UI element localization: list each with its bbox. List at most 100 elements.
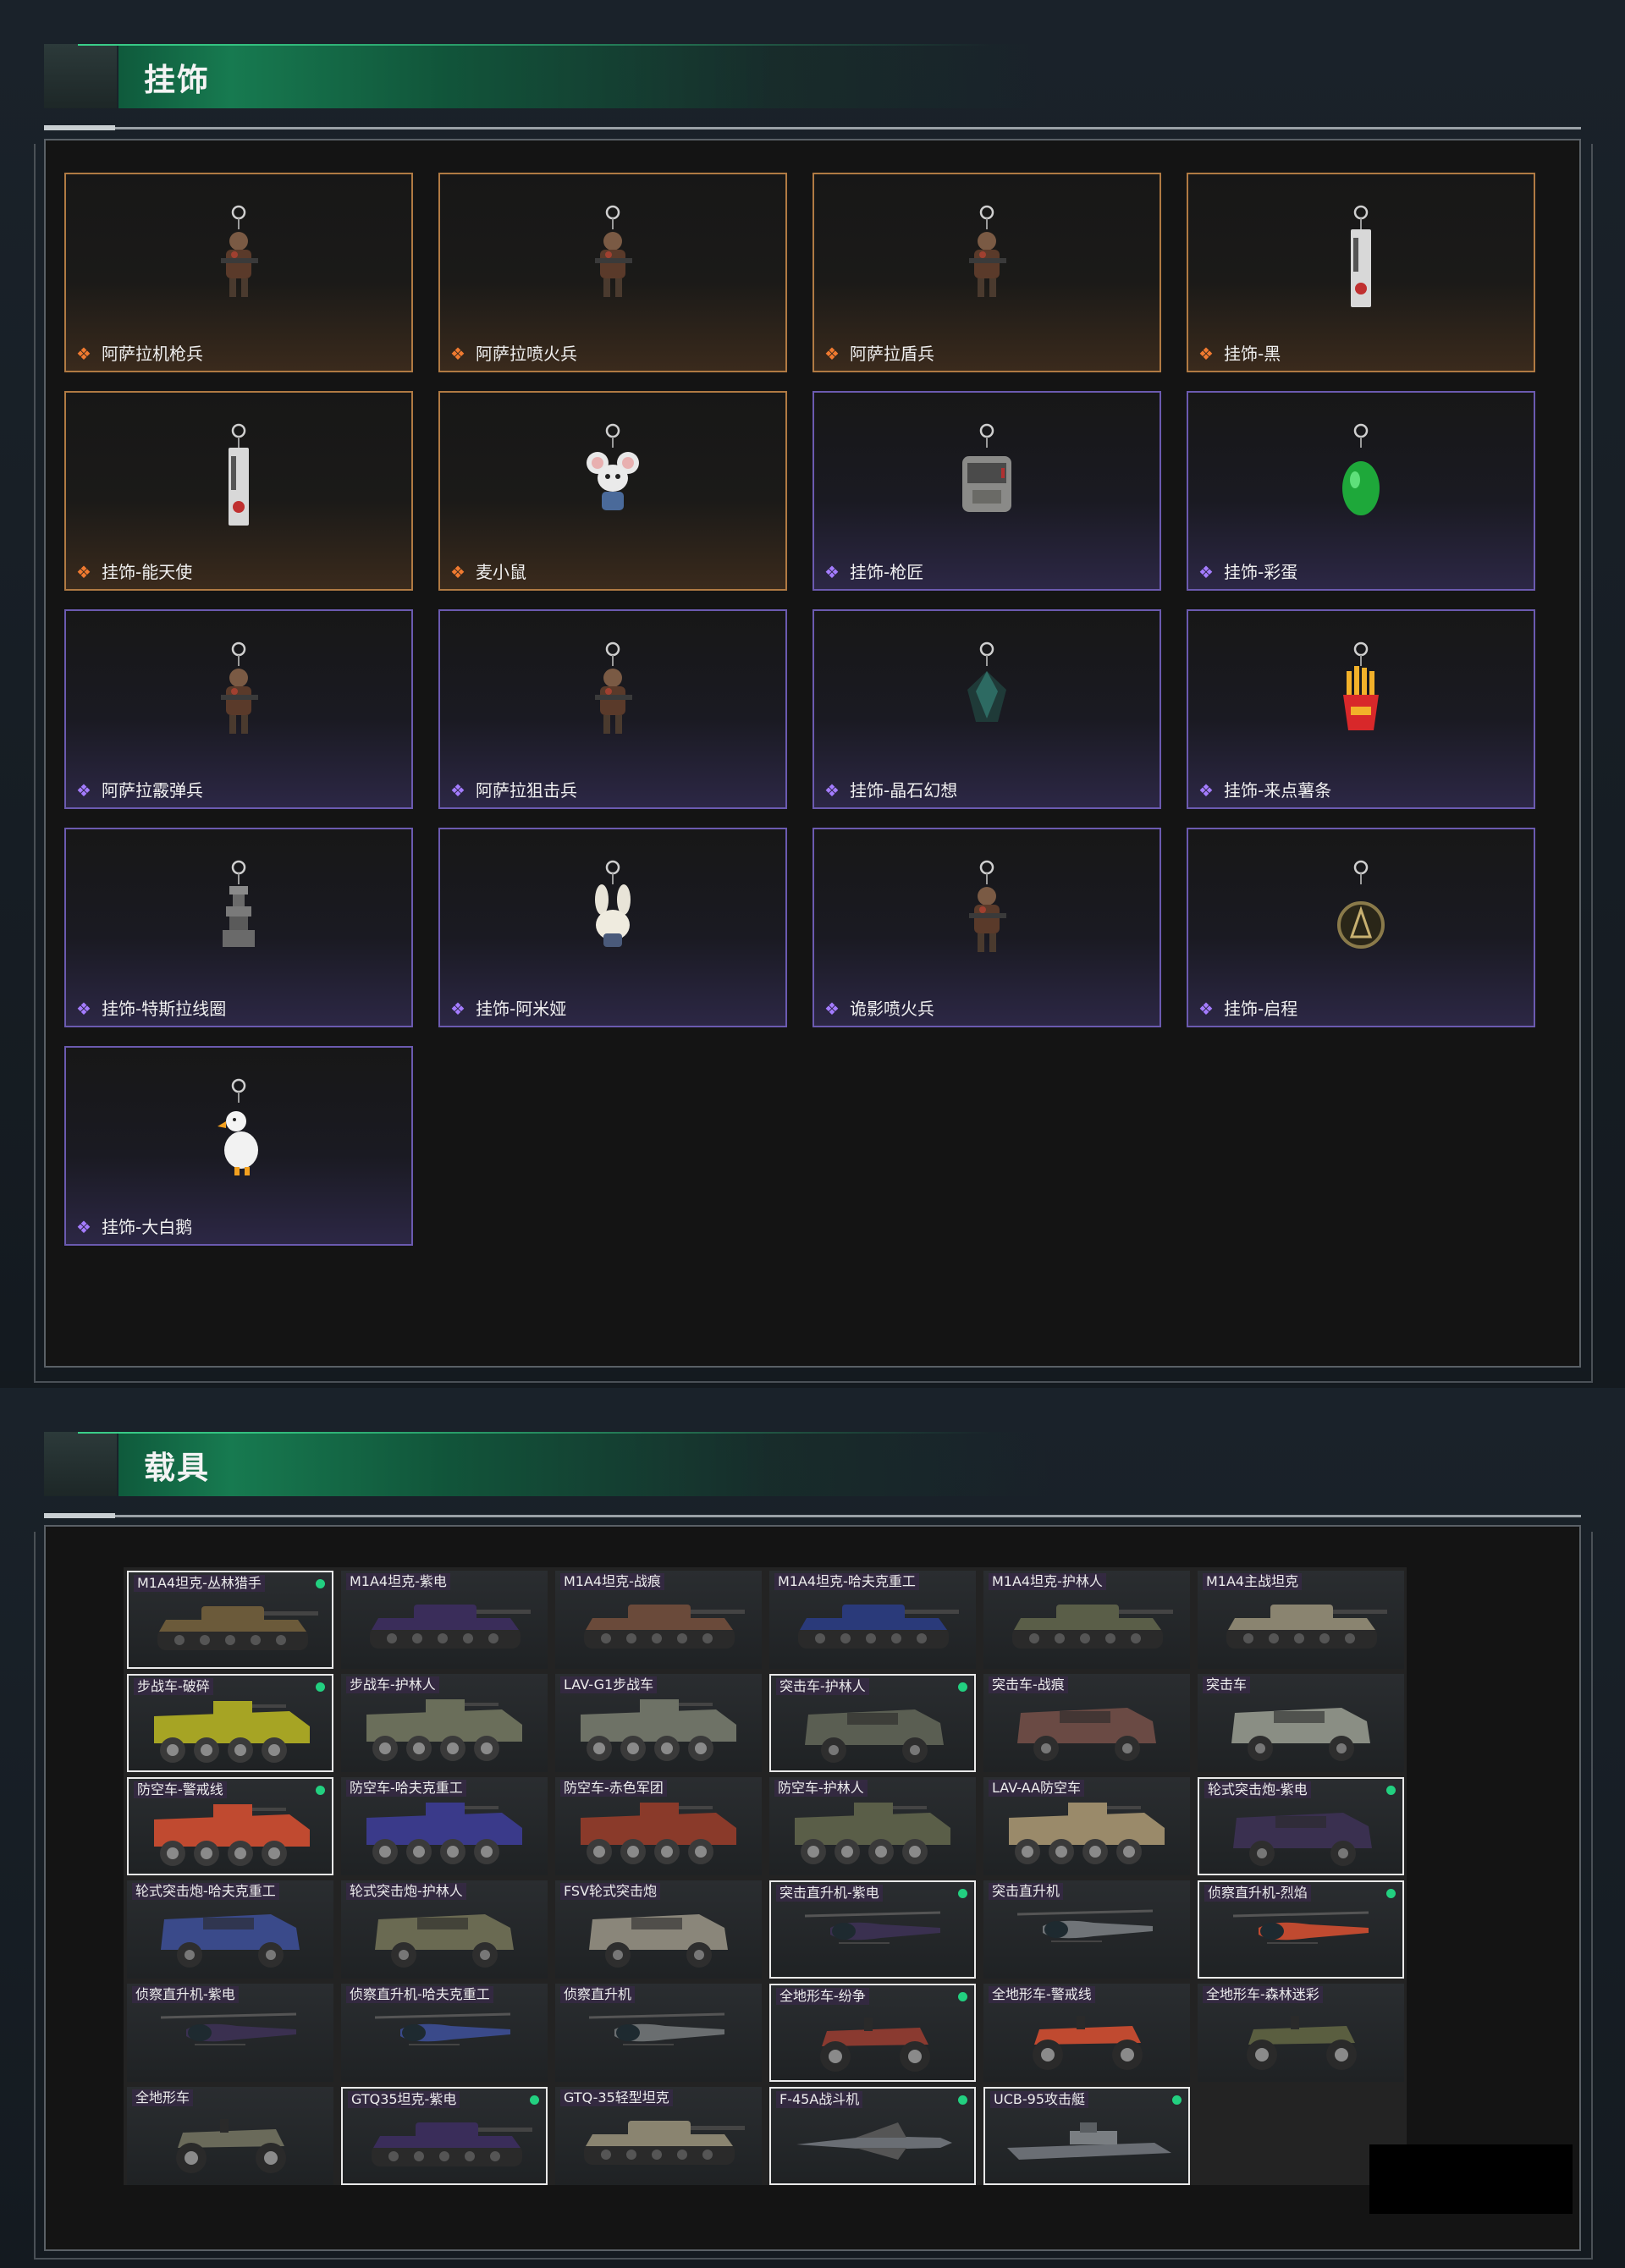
charm-card[interactable]: ❖ 挂饰-启程 bbox=[1187, 828, 1535, 1027]
charm-card[interactable]: ❖ 阿萨拉狙击兵 bbox=[438, 609, 787, 809]
rarity-icon: ❖ bbox=[76, 999, 91, 1019]
charm-card[interactable]: ❖ 阿萨拉霰弹兵 bbox=[64, 609, 413, 809]
vehicle-card[interactable]: 全地形车-纷争 bbox=[769, 1984, 976, 2082]
crystal-charm-icon bbox=[949, 641, 1025, 762]
vehicle-card[interactable]: 侦察直升机-哈夫克重工 bbox=[341, 1984, 548, 2082]
vehicle-card[interactable]: GTQ-35轻型坦克 bbox=[555, 2087, 762, 2185]
charm-card[interactable]: ❖ 挂饰-枪匠 bbox=[812, 391, 1161, 591]
vehicle-card[interactable]: 侦察直升机 bbox=[555, 1984, 762, 2082]
vehicle-card[interactable]: 突击车-战痕 bbox=[983, 1674, 1190, 1772]
vehicle-card[interactable]: 突击直升机 bbox=[983, 1880, 1190, 1979]
charm-card[interactable]: ❖ 挂饰-晶石幻想 bbox=[812, 609, 1161, 809]
fries-charm-icon bbox=[1323, 641, 1399, 762]
vehicle-card[interactable]: 全地形车 bbox=[127, 2087, 333, 2185]
vehicle-card[interactable]: F-45A战斗机 bbox=[769, 2087, 976, 2185]
owned-indicator-icon bbox=[1386, 1786, 1396, 1795]
vehicle-card[interactable]: 步战车-破碎 bbox=[127, 1674, 333, 1772]
rarity-icon: ❖ bbox=[76, 780, 91, 801]
charm-label: 挂饰-能天使 bbox=[102, 562, 193, 582]
charm-label: 阿萨拉盾兵 bbox=[850, 344, 934, 364]
vehicle-card[interactable]: 全地形车-森林迷彩 bbox=[1198, 1984, 1404, 2082]
charms-section-title: 挂饰 bbox=[144, 62, 210, 98]
vehicle-card[interactable]: GTQ35坦克-紫电 bbox=[341, 2087, 548, 2185]
vehicle-card[interactable]: 防空车-护林人 bbox=[769, 1777, 976, 1875]
vehicle-label: 防空车-哈夫克重工 bbox=[346, 1780, 466, 1797]
rarity-icon: ❖ bbox=[450, 999, 465, 1019]
vehicle-label: LAV-AA防空车 bbox=[989, 1780, 1084, 1797]
vehicle-card[interactable]: 防空车-赤色军团 bbox=[555, 1777, 762, 1875]
egg-charm-icon bbox=[1323, 422, 1399, 544]
vehicle-card[interactable]: 突击车 bbox=[1198, 1674, 1404, 1772]
charm-card[interactable]: ❖ 麦小鼠 bbox=[438, 391, 787, 591]
charm-card[interactable]: ❖ 阿萨拉盾兵 bbox=[812, 173, 1161, 372]
soldier-charm-icon bbox=[201, 204, 277, 326]
charm-card[interactable]: ❖ 挂饰-特斯拉线圈 bbox=[64, 828, 413, 1027]
charm-card[interactable]: ❖ 挂饰-能天使 bbox=[64, 391, 413, 591]
vehicle-label: 侦察直升机-紫电 bbox=[132, 1986, 239, 2003]
vehicle-label: M1A4坦克-紫电 bbox=[346, 1573, 450, 1590]
vehicle-card[interactable]: LAV-AA防空车 bbox=[983, 1777, 1190, 1875]
charm-label: 阿萨拉狙击兵 bbox=[476, 780, 577, 801]
charm-card[interactable]: ❖ 挂饰-来点薯条 bbox=[1187, 609, 1535, 809]
vehicle-label: 突击车-战痕 bbox=[989, 1676, 1068, 1693]
vehicle-card[interactable]: M1A4坦克-哈夫克重工 bbox=[769, 1571, 976, 1669]
vehicle-card[interactable]: 轮式突击炮-哈夫克重工 bbox=[127, 1880, 333, 1979]
charm-card[interactable]: ❖ 阿萨拉喷火兵 bbox=[438, 173, 787, 372]
tag-charm-icon bbox=[1323, 204, 1399, 326]
charm-card[interactable]: ❖ 阿萨拉机枪兵 bbox=[64, 173, 413, 372]
vehicle-card[interactable]: M1A4坦克-战痕 bbox=[555, 1571, 762, 1669]
rarity-icon: ❖ bbox=[1198, 780, 1214, 801]
vehicle-label: 全地形车-警戒线 bbox=[989, 1986, 1095, 2003]
rarity-icon: ❖ bbox=[1198, 562, 1214, 582]
black-overlay bbox=[1369, 2144, 1573, 2214]
charm-label: 挂饰-阿米娅 bbox=[476, 999, 567, 1019]
vehicle-card[interactable]: FSV轮式突击炮 bbox=[555, 1880, 762, 1979]
rarity-icon: ❖ bbox=[824, 780, 840, 801]
soldier-charm-icon bbox=[949, 204, 1025, 326]
vehicle-card[interactable]: 侦察直升机-烈焰 bbox=[1198, 1880, 1404, 1979]
coil-charm-icon bbox=[201, 859, 277, 981]
rarity-icon: ❖ bbox=[1198, 999, 1214, 1019]
charm-label: 挂饰-黑 bbox=[1224, 344, 1281, 364]
vehicle-card[interactable]: 轮式突击炮-护林人 bbox=[341, 1880, 548, 1979]
vehicle-card[interactable]: 突击直升机-紫电 bbox=[769, 1880, 976, 1979]
charm-label: 挂饰-特斯拉线圈 bbox=[102, 999, 227, 1019]
owned-indicator-icon bbox=[530, 2095, 539, 2105]
vehicle-label: 防空车-警戒线 bbox=[134, 1781, 227, 1798]
vehicle-card[interactable]: 步战车-护林人 bbox=[341, 1674, 548, 1772]
header-topline bbox=[78, 1432, 992, 1434]
soldier-charm-icon bbox=[201, 641, 277, 762]
owned-indicator-icon bbox=[1386, 1889, 1396, 1898]
vehicle-card[interactable]: M1A4坦克-护林人 bbox=[983, 1571, 1190, 1669]
charm-card[interactable]: ❖ 挂饰-大白鹅 bbox=[64, 1046, 413, 1246]
header-underline bbox=[44, 127, 1581, 129]
goose-charm-icon bbox=[201, 1077, 277, 1199]
header-bar bbox=[118, 1432, 1049, 1496]
header-bar bbox=[118, 44, 1049, 108]
vehicle-card[interactable]: 轮式突击炮-紫电 bbox=[1198, 1777, 1404, 1875]
vehicle-label: 全地形车 bbox=[132, 2089, 194, 2106]
vehicle-card[interactable]: 突击车-护林人 bbox=[769, 1674, 976, 1772]
charm-card[interactable]: ❖ 诡影喷火兵 bbox=[812, 828, 1161, 1027]
vehicle-card[interactable]: 防空车-警戒线 bbox=[127, 1777, 333, 1875]
charm-card[interactable]: ❖ 挂饰-黑 bbox=[1187, 173, 1535, 372]
vehicle-card[interactable]: 全地形车-警戒线 bbox=[983, 1984, 1190, 2082]
mouse-charm-icon bbox=[575, 422, 651, 544]
vehicle-card[interactable]: UCB-95攻击艇 bbox=[983, 2087, 1190, 2185]
vehicle-card[interactable]: M1A4坦克-紫电 bbox=[341, 1571, 548, 1669]
vehicle-card[interactable]: M1A4主战坦克 bbox=[1198, 1571, 1404, 1669]
vehicle-card[interactable]: M1A4坦克-丛林猎手 bbox=[127, 1571, 333, 1669]
charm-card[interactable]: ❖ 挂饰-阿米娅 bbox=[438, 828, 787, 1027]
case-charm-icon bbox=[949, 422, 1025, 544]
vehicle-card[interactable]: 防空车-哈夫克重工 bbox=[341, 1777, 548, 1875]
header-block bbox=[44, 1432, 117, 1496]
vehicle-card[interactable]: 侦察直升机-紫电 bbox=[127, 1984, 333, 2082]
vehicle-card[interactable]: LAV-G1步战车 bbox=[555, 1674, 762, 1772]
owned-indicator-icon bbox=[958, 1682, 967, 1692]
rarity-icon: ❖ bbox=[450, 562, 465, 582]
charm-label: 阿萨拉喷火兵 bbox=[476, 344, 577, 364]
charm-label: 阿萨拉霰弹兵 bbox=[102, 780, 203, 801]
charm-card[interactable]: ❖ 挂饰-彩蛋 bbox=[1187, 391, 1535, 591]
owned-indicator-icon bbox=[1172, 2095, 1182, 2105]
vehicle-label: 突击直升机-紫电 bbox=[776, 1885, 883, 1902]
